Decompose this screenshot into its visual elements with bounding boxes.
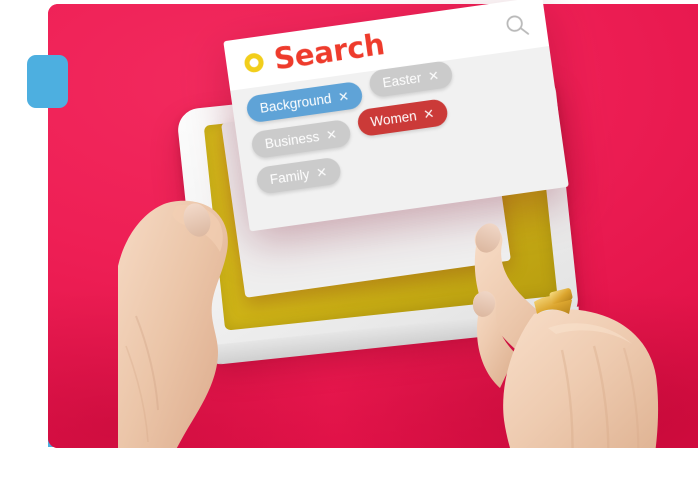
screenshot-stage: Search Background ✕ Easter ✕ Business ✕ … bbox=[0, 0, 698, 500]
bottom-white-margin bbox=[0, 448, 698, 500]
tag-label: Women bbox=[369, 108, 418, 130]
close-icon[interactable]: ✕ bbox=[427, 68, 440, 84]
close-icon[interactable]: ✕ bbox=[315, 164, 328, 180]
tag-background[interactable]: Background ✕ bbox=[245, 80, 364, 124]
search-icon[interactable] bbox=[502, 11, 531, 40]
ring-icon bbox=[243, 51, 265, 73]
tag-label: Family bbox=[268, 166, 311, 188]
close-icon[interactable]: ✕ bbox=[422, 106, 435, 122]
tag-spacer bbox=[362, 93, 371, 94]
close-icon[interactable]: ✕ bbox=[325, 126, 338, 142]
tag-family[interactable]: Family ✕ bbox=[255, 156, 342, 195]
page-title: Search bbox=[271, 26, 387, 76]
close-icon[interactable]: ✕ bbox=[337, 88, 350, 104]
tag-business[interactable]: Business ✕ bbox=[250, 118, 352, 160]
blue-chip-decoration bbox=[27, 55, 68, 108]
tag-label: Background bbox=[258, 90, 333, 116]
tag-spacer bbox=[350, 131, 359, 132]
tag-label: Easter bbox=[381, 70, 423, 91]
tag-label: Business bbox=[263, 128, 321, 152]
